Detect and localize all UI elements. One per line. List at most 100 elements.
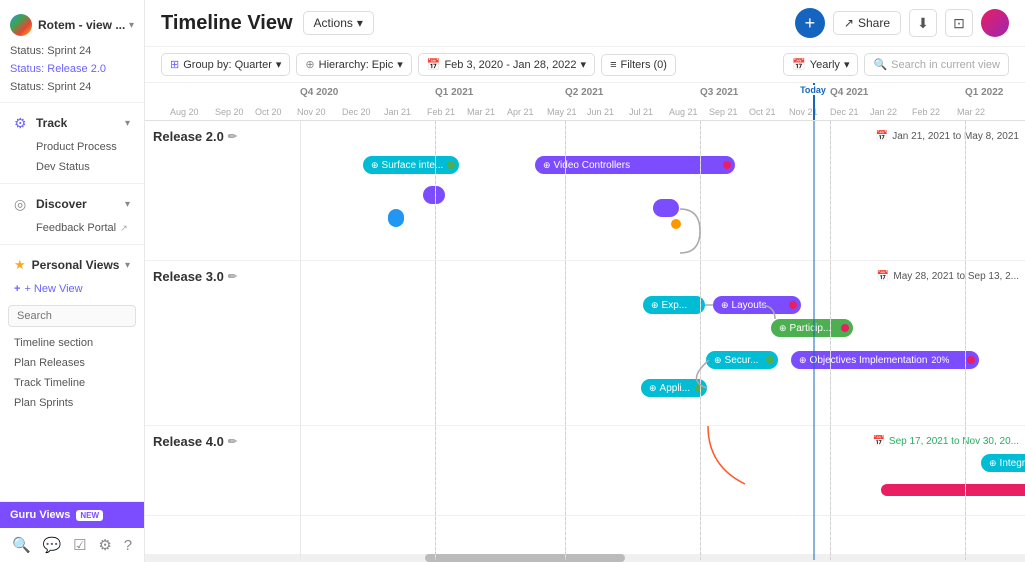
timeline-search-box[interactable]: 🔍 Search in current view [864, 53, 1009, 76]
bar-dot-layouts [789, 301, 797, 309]
timeline-scrollbar-thumb[interactable] [425, 554, 625, 562]
main-header: Timeline View Actions ▾ + ↗ Share ⬇ ⊡ [145, 0, 1025, 47]
hierarchy-button[interactable]: ⊕ Hierarchy: Epic ▾ [296, 53, 411, 76]
sidebar-section-discover[interactable]: ◎ Discover ▾ [4, 190, 140, 218]
date-range-button[interactable]: 📅 Feb 3, 2020 - Jan 28, 2022 ▾ [418, 53, 595, 76]
bar-particip[interactable]: ⊕ Particip... [771, 319, 853, 337]
settings-footer-icon[interactable]: ⚙ [98, 536, 111, 554]
hierarchy-chevron-icon: ▾ [397, 58, 403, 71]
workspace-header[interactable]: Rotem - view ... ▾ [0, 8, 144, 42]
quarter-label-q3-2021: Q3 2021 [700, 87, 738, 98]
sidebar-section-track[interactable]: ⚙ Track ▾ [4, 109, 140, 137]
sidebar-section-personal-views[interactable]: ★ Personal Views ▾ [4, 251, 140, 279]
monitor-icon: ⊡ [953, 15, 965, 32]
date-range-chevron-icon: ▾ [581, 58, 587, 71]
sidebar-item-plan-releases[interactable]: Plan Releases [4, 353, 140, 373]
release-4-date-badge: 📅 Sep 17, 2021 to Nov 30, 20... [868, 434, 1023, 449]
workspace-name: Rotem - view ... [38, 18, 129, 32]
calendar-small-icon: 📅 [792, 58, 806, 71]
bar-secur[interactable]: ⊕ Secur... [706, 351, 778, 369]
personal-views-star-icon: ★ [14, 257, 26, 273]
bar-label-particip: Particip... [790, 323, 832, 334]
sidebar-item-timeline-section[interactable]: Timeline section [4, 333, 140, 353]
bar-icon-2: ⊕ [543, 160, 551, 171]
sidebar-item-plan-sprints[interactable]: Plan Sprints [4, 393, 140, 413]
status-release: Status: Release 2.0 [0, 60, 144, 78]
vgrid-q1-2021 [435, 121, 436, 560]
bar-dot-particip [841, 324, 849, 332]
bar-icon-particip: ⊕ [779, 323, 787, 334]
sidebar-item-feedback-portal[interactable]: Feedback Portal ↗ [4, 218, 140, 238]
release-4-row: Release 4.0 ✏ 📅 Sep 17, 2021 to Nov 30, … [145, 426, 1025, 516]
bar-icon-objectives: ⊕ [799, 355, 807, 366]
share-button[interactable]: ↗ Share [833, 11, 901, 35]
bar-dot-objectives [967, 356, 975, 364]
sidebar-item-track-timeline[interactable]: Track Timeline [4, 373, 140, 393]
toolbar-right: 📅 Yearly ▾ 🔍 Search in current view [783, 53, 1009, 76]
release-4-calendar-icon: 📅 [872, 436, 884, 447]
bar-icon-layouts: ⊕ [721, 300, 729, 311]
actions-button[interactable]: Actions ▾ [303, 11, 374, 35]
release-3-date: May 28, 2021 to Sep 13, 2... [893, 271, 1019, 282]
help-footer-icon[interactable]: ? [124, 537, 132, 554]
bar-dot-secur [766, 356, 774, 364]
bar-layouts[interactable]: ⊕ Layouts [713, 296, 801, 314]
bar-small-2[interactable] [388, 209, 404, 227]
release-2-edit-icon: ✏ [228, 130, 237, 143]
sidebar-item-product-process[interactable]: Product Process [4, 137, 140, 157]
new-view-button[interactable]: + + New View [4, 279, 140, 299]
add-button[interactable]: + [795, 8, 825, 38]
filter-icon: ≡ [610, 59, 616, 71]
release-2-date: Jan 21, 2021 to May 8, 2021 [892, 131, 1019, 142]
group-by-label: Group by: Quarter [183, 59, 272, 71]
bar-surface-inte[interactable]: ⊕ Surface inte... [363, 156, 459, 174]
bar-dot-video [723, 161, 731, 169]
discover-icon: ◎ [14, 196, 30, 212]
search-footer-icon[interactable]: 🔍 [12, 536, 31, 554]
yearly-button[interactable]: 📅 Yearly ▾ [783, 53, 858, 76]
release-3-name: Release 3.0 [153, 269, 224, 284]
guru-views-button[interactable]: Guru Views NEW [0, 502, 144, 528]
track-chevron-icon: ▾ [125, 118, 130, 129]
bar-integrations[interactable]: ⊕ Integrations [981, 454, 1025, 472]
month-aug20: Aug 20 [170, 107, 199, 117]
bar-small-1[interactable] [423, 186, 445, 204]
release-3-edit-icon: ✏ [228, 270, 237, 283]
bar-appli[interactable]: ⊕ Appli... [641, 379, 707, 397]
release-4-edit-icon: ✏ [228, 435, 237, 448]
divider-2 [0, 183, 144, 184]
timeline-scrollbar[interactable] [145, 554, 1025, 562]
month-oct20: Oct 20 [255, 107, 282, 117]
quarter-label-q4-2021: Q4 2021 [830, 87, 868, 98]
user-avatar[interactable] [981, 9, 1009, 37]
sidebar-search-input[interactable] [8, 305, 136, 327]
bar-exp[interactable]: ⊕ Exp... [643, 296, 705, 314]
release-2-label: Release 2.0 ✏ [149, 129, 241, 144]
group-by-chevron-icon: ▾ [276, 58, 282, 71]
monitor-button[interactable]: ⊡ [945, 9, 973, 37]
calendar-icon: 📅 [427, 58, 441, 71]
vgrid-q4-2020 [300, 121, 301, 560]
download-button[interactable]: ⬇ [909, 9, 937, 37]
task-footer-icon[interactable]: ☑ [73, 536, 86, 554]
yearly-chevron-icon: ▾ [844, 58, 850, 71]
sidebar-item-dev-status[interactable]: Dev Status [4, 157, 140, 177]
bar-label-secur: Secur... [725, 355, 759, 366]
new-view-label: + New View [24, 283, 82, 295]
vgrid-q2-2021 [565, 121, 566, 560]
vgrid-q4-2021 [830, 121, 831, 560]
hierarchy-icon: ⊕ [305, 58, 314, 71]
status-sprint-1: Status: Sprint 24 [0, 42, 144, 60]
bar-objectives[interactable]: ⊕ Objectives Implementation 20% [791, 351, 979, 369]
bar-pink-release4[interactable] [881, 484, 1025, 496]
divider-3 [0, 244, 144, 245]
bar-small-3[interactable] [653, 199, 679, 217]
group-by-button[interactable]: ⊞ Group by: Quarter ▾ [161, 53, 290, 76]
filters-button[interactable]: ≡ Filters (0) [601, 54, 676, 76]
bar-label-layouts: Layouts [732, 300, 767, 311]
bar-label-exp: Exp... [662, 300, 688, 311]
chat-footer-icon[interactable]: 💬 [43, 536, 62, 554]
month-sep20: Sep 20 [215, 107, 244, 117]
release-2-row: Release 2.0 ✏ 📅 Jan 21, 2021 to May 8, 2… [145, 121, 1025, 261]
workspace-chevron-icon: ▾ [129, 20, 134, 31]
